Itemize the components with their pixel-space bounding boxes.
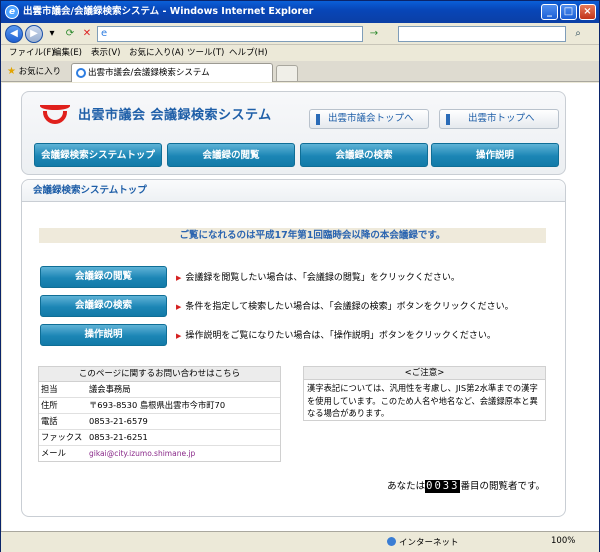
row-value: 議会事務局 bbox=[89, 384, 131, 394]
table-row: 住所 〒693-8530 島根県出雲市今市町70 bbox=[39, 398, 280, 414]
tab-active[interactable]: 出雲市議会/会議録検索システム bbox=[71, 63, 273, 82]
notice-banner: ご覧になれるのは平成17年第1回臨時会以降の本会議録です。 bbox=[39, 228, 546, 243]
address-toolbar: ◀ ▶ ▾ ⟳ ✕ e → ⌕ bbox=[1, 23, 599, 45]
address-input[interactable]: e bbox=[97, 26, 363, 42]
zoom-level[interactable]: 100% bbox=[551, 536, 575, 546]
city-logo-icon bbox=[40, 102, 70, 124]
minimize-button[interactable]: _ bbox=[541, 4, 558, 20]
link-bar-icon bbox=[316, 114, 320, 125]
help-description: ▶ 操作説明をご覧になりたい場合は、「操作説明」ボタンをクリックください。 bbox=[176, 330, 496, 342]
help-desc-text: 操作説明をご覧になりたい場合は、「操作説明」ボタンをクリックください。 bbox=[185, 331, 496, 341]
row-value: 0853-21-6579 bbox=[89, 416, 148, 426]
city-top-link[interactable]: 出雲市トップへ bbox=[439, 109, 559, 129]
new-tab-button[interactable] bbox=[276, 65, 298, 82]
menu-help[interactable]: ヘルプ(H) bbox=[229, 46, 268, 60]
row-value: 0853-21-6251 bbox=[89, 432, 148, 442]
go-icon[interactable]: → bbox=[367, 27, 381, 41]
nav-help[interactable]: 操作説明 bbox=[431, 143, 559, 167]
browser-window: e 出雲市議会/会議録検索システム - Windows Internet Exp… bbox=[0, 0, 600, 552]
zone-label: インターネット bbox=[399, 538, 459, 548]
site-title: 出雲市議会 会議録検索システム bbox=[78, 108, 272, 123]
table-row: 担当 議会事務局 bbox=[39, 382, 280, 398]
recent-pages-icon[interactable]: ▾ bbox=[45, 27, 59, 41]
table-row: 電話 0853-21-6579 bbox=[39, 414, 280, 430]
browse-button[interactable]: 会議録の閲覧 bbox=[40, 266, 167, 288]
row-key: ファックス bbox=[41, 432, 83, 442]
caution-box: <ご注意> 漢字表記については、汎用性を考慮し、JIS第2水準までの漢字を使用し… bbox=[303, 366, 546, 421]
row-value: 〒693-8530 島根県出雲市今市町70 bbox=[89, 400, 226, 410]
search-description: ▶ 条件を指定して検索したい場合は、「会議録の検索」ボタンをクリックください。 bbox=[176, 301, 514, 313]
visitor-counter: あなたは0033番目の閲覧者です。 bbox=[387, 480, 545, 493]
nav-search[interactable]: 会議録の検索 bbox=[300, 143, 428, 167]
city-top-label: 出雲市トップへ bbox=[468, 113, 535, 124]
status-bar: インターネット 100% bbox=[1, 531, 599, 552]
stop-icon[interactable]: ✕ bbox=[80, 27, 94, 41]
row-key: メール bbox=[41, 448, 66, 458]
contact-table: このページに関するお問い合わせはこちら 担当 議会事務局 住所 〒693-8530 … bbox=[38, 366, 281, 462]
menu-bar: ファイル(F) 編集(E) 表示(V) お気に入り(A) ツール(T) ヘルプ(… bbox=[1, 45, 599, 61]
counter-prefix: あなたは bbox=[387, 481, 426, 492]
section-title: 会議録検索システムトップ bbox=[22, 180, 565, 202]
page-icon: e bbox=[101, 28, 108, 39]
nav-top[interactable]: 会議録検索システムトップ bbox=[34, 143, 162, 167]
row-key: 担当 bbox=[41, 384, 58, 394]
search-desc-text: 条件を指定して検索したい場合は、「会議録の検索」ボタンをクリックください。 bbox=[185, 302, 514, 312]
tab-bar: ★ お気に入り 出雲市議会/会議録検索システム bbox=[1, 61, 599, 82]
row-key: 電話 bbox=[41, 416, 58, 426]
counter-suffix: 番目の閲覧者です。 bbox=[460, 481, 545, 492]
arrow-icon: ▶ bbox=[176, 332, 182, 340]
site-header: 出雲市議会 会議録検索システム 出雲市議会トップへ 出雲市トップへ 会議録検索シ… bbox=[21, 91, 566, 175]
search-icon[interactable]: ⌕ bbox=[571, 27, 585, 41]
caution-text: 漢字表記については、汎用性を考慮し、JIS第2水準までの漢字を使用しています。こ… bbox=[307, 383, 538, 418]
council-top-label: 出雲市議会トップへ bbox=[328, 113, 414, 124]
tab-label: 出雲市議会/会議録検索システム bbox=[88, 68, 210, 78]
title-bar: e 出雲市議会/会議録検索システム - Windows Internet Exp… bbox=[1, 1, 599, 23]
menu-edit[interactable]: 編集(E) bbox=[53, 46, 82, 60]
favorites-label: お気に入り bbox=[18, 67, 62, 77]
arrow-icon: ▶ bbox=[176, 303, 182, 311]
counter-number: 0033 bbox=[425, 480, 461, 493]
forward-button[interactable]: ▶ bbox=[25, 25, 43, 43]
table-row: ファックス 0853-21-6251 bbox=[39, 430, 280, 446]
main-panel: 会議録検索システムトップ ご覧になれるのは平成17年第1回臨時会以降の本会議録で… bbox=[21, 179, 566, 517]
search-input[interactable] bbox=[398, 26, 566, 42]
menu-favorites[interactable]: お気に入り(A) bbox=[129, 46, 184, 60]
star-icon: ★ bbox=[7, 66, 16, 77]
globe-icon bbox=[387, 537, 396, 546]
arrow-icon: ▶ bbox=[176, 274, 182, 282]
nav-browse[interactable]: 会議録の閲覧 bbox=[167, 143, 295, 167]
caution-heading: <ご注意> bbox=[304, 367, 545, 380]
window-title: 出雲市議会/会議録検索システム - Windows Internet Explo… bbox=[23, 6, 314, 17]
row-key: 住所 bbox=[41, 400, 58, 410]
search-button[interactable]: 会議録の検索 bbox=[40, 295, 167, 317]
page-content: 出雲市議会 会議録検索システム 出雲市議会トップへ 出雲市トップへ 会議録検索シ… bbox=[2, 83, 599, 531]
back-button[interactable]: ◀ bbox=[5, 25, 23, 43]
close-button[interactable]: × bbox=[579, 4, 596, 20]
menu-file[interactable]: ファイル(F) bbox=[9, 46, 55, 60]
link-bar-icon bbox=[446, 114, 450, 125]
help-button[interactable]: 操作説明 bbox=[40, 324, 167, 346]
refresh-icon[interactable]: ⟳ bbox=[63, 27, 77, 41]
table-row: メール gikai@city.izumo.shimane.jp bbox=[39, 446, 280, 462]
browse-description: ▶ 会議録を閲覧したい場合は、「会議録の閲覧」をクリックください。 bbox=[176, 272, 460, 284]
council-top-link[interactable]: 出雲市議会トップへ bbox=[309, 109, 429, 129]
security-zone: インターネット bbox=[387, 536, 459, 548]
ie-icon: e bbox=[5, 5, 19, 19]
menu-tools[interactable]: ツール(T) bbox=[187, 46, 224, 60]
menu-view[interactable]: 表示(V) bbox=[91, 46, 120, 60]
email-link[interactable]: gikai@city.izumo.shimane.jp bbox=[89, 446, 195, 461]
tab-page-icon bbox=[76, 68, 86, 78]
maximize-button[interactable]: □ bbox=[560, 4, 577, 20]
favorites-button[interactable]: ★ お気に入り bbox=[7, 65, 61, 77]
browse-desc-text: 会議録を閲覧したい場合は、「会議録の閲覧」をクリックください。 bbox=[185, 273, 460, 283]
contact-heading: このページに関するお問い合わせはこちら bbox=[39, 367, 280, 382]
